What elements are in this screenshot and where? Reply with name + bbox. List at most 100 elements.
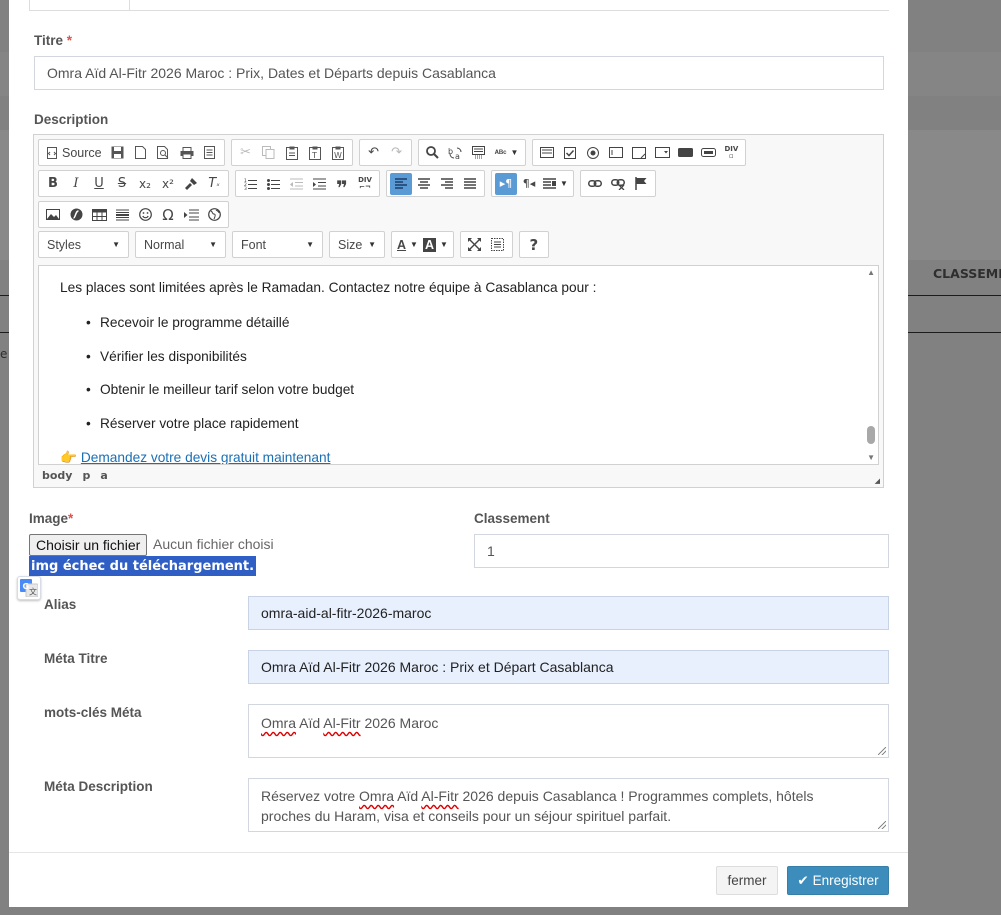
styles-combo[interactable]: Styles ▼ [38, 231, 129, 258]
link-icon[interactable] [584, 173, 606, 195]
source-button[interactable]: Source [42, 142, 106, 164]
meta-title-input[interactable]: Omra Aïd Al-Fitr 2026 Maroc : Prix et Dé… [248, 650, 889, 684]
toolbar-group-paragraph: 123 ❞ DIV ⌐¬ [235, 170, 380, 198]
google-translate-icon[interactable]: G文 [17, 576, 41, 600]
hidden-field-icon[interactable]: DIV ▫ [720, 142, 742, 164]
scrollbar-thumb[interactable] [867, 426, 875, 444]
quote-request-link[interactable]: Demandez votre devis gratuit maintenant [81, 450, 331, 464]
replace-icon[interactable]: ba [445, 142, 467, 164]
show-blocks-icon[interactable] [487, 234, 509, 256]
radio-icon[interactable] [582, 142, 604, 164]
resize-grip-icon[interactable]: ◢ [875, 477, 880, 485]
paste-text-icon[interactable]: T [304, 142, 326, 164]
underline-icon[interactable]: U [88, 173, 110, 195]
svg-text:a: a [455, 152, 460, 160]
textarea-icon[interactable] [628, 142, 650, 164]
indent-icon[interactable] [308, 173, 330, 195]
templates-icon[interactable] [199, 142, 221, 164]
font-combo[interactable]: Font ▼ [232, 231, 323, 258]
justify-icon[interactable] [459, 173, 481, 195]
keyword-word: Aïd [299, 715, 321, 731]
blockquote-icon[interactable]: ❞ [331, 173, 353, 198]
text-field-icon[interactable] [605, 142, 627, 164]
unlink-icon[interactable] [607, 173, 629, 195]
redo-icon[interactable]: ↷ [386, 142, 408, 164]
path-item[interactable]: p [82, 469, 90, 482]
textarea-resize-handle[interactable] [878, 747, 886, 755]
outdent-icon[interactable] [285, 173, 307, 195]
list-item: Recevoir le programme détaillé [86, 315, 289, 330]
cut-icon[interactable]: ✂ [235, 142, 257, 164]
strike-icon[interactable]: S [111, 173, 133, 195]
alias-input[interactable]: omra-aid-al-fitr-2026-maroc [248, 596, 889, 630]
text-color-icon[interactable]: A ▼ [395, 234, 420, 256]
flash-icon[interactable] [65, 204, 87, 226]
iframe-globe-icon[interactable] [203, 204, 225, 226]
subscript-icon[interactable]: x₂ [134, 173, 156, 195]
smiley-icon[interactable] [134, 204, 156, 226]
select-all-icon[interactable] [468, 142, 490, 164]
paste-word-icon[interactable]: W [327, 142, 349, 164]
title-input[interactable]: Omra Aïd Al-Fitr 2026 Maroc : Prix, Date… [34, 56, 884, 90]
select-field-icon[interactable] [651, 142, 673, 164]
editor-intro-paragraph: Les places sont limitées après le Ramada… [60, 280, 597, 295]
bold-icon[interactable]: B [42, 173, 64, 195]
copy-format-icon[interactable] [180, 173, 202, 195]
find-icon[interactable] [422, 142, 444, 164]
scroll-up-icon[interactable]: ▲ [867, 268, 875, 277]
save-button[interactable]: ✔ Enregistrer [787, 866, 889, 895]
page-break-icon[interactable] [180, 204, 202, 226]
textarea-resize-handle[interactable] [878, 821, 886, 829]
form-icon[interactable] [536, 142, 558, 164]
svg-text:3: 3 [244, 186, 247, 190]
bulleted-list-icon[interactable] [262, 173, 284, 195]
special-char-icon[interactable]: Ω [157, 204, 179, 226]
horizontal-rule-icon[interactable] [111, 204, 133, 226]
checkbox-icon[interactable] [559, 142, 581, 164]
copy-icon[interactable] [258, 142, 280, 164]
format-combo[interactable]: Normal ▼ [135, 231, 226, 258]
save-icon[interactable] [107, 142, 129, 164]
text-direction-ltr-icon[interactable]: ▸¶ [495, 172, 517, 195]
meta-description-textarea[interactable]: Réservez votre Omra Aïd Al-Fitr 2026 dep… [248, 778, 889, 832]
align-center-icon[interactable] [413, 173, 435, 195]
preview-icon[interactable] [153, 142, 175, 164]
undo-icon[interactable]: ↶ [363, 142, 385, 164]
paste-icon[interactable] [281, 142, 303, 164]
print-icon[interactable] [176, 142, 198, 164]
button-field-icon[interactable] [674, 142, 696, 164]
rank-input[interactable]: 1 [474, 534, 889, 568]
table-icon[interactable] [88, 204, 110, 226]
create-div-icon[interactable]: DIV ⌐¬ [354, 173, 376, 195]
remove-format-icon[interactable]: Tₓ [203, 173, 225, 195]
close-button[interactable]: fermer [716, 866, 778, 895]
superscript-icon[interactable]: x² [157, 173, 179, 195]
language-icon[interactable]: ▼ [541, 173, 570, 195]
italic-icon[interactable]: I [65, 173, 87, 195]
scroll-down-icon[interactable]: ▼ [867, 453, 875, 462]
help-icon[interactable]: ? [523, 234, 545, 256]
image-upload-error: img échec du téléchargement. [29, 556, 257, 576]
align-right-icon[interactable] [436, 173, 458, 195]
image-button-icon[interactable] [697, 142, 719, 164]
size-combo[interactable]: Size ▼ [329, 231, 385, 258]
new-page-icon[interactable] [130, 142, 152, 164]
maximize-icon[interactable] [464, 234, 486, 256]
bg-color-icon[interactable]: A ▼ [421, 234, 450, 256]
choose-file-button[interactable]: Choisir un fichier [29, 534, 148, 556]
path-item[interactable]: a [100, 469, 107, 482]
image-icon[interactable] [42, 204, 64, 226]
editor-content-area[interactable]: Les places sont limitées après le Ramada… [38, 265, 879, 465]
numbered-list-icon[interactable]: 123 [239, 173, 261, 195]
meta-description-label: Méta Description [44, 779, 153, 794]
path-item[interactable]: body [42, 469, 72, 482]
spellcheck-icon[interactable]: ᴬᴮᶜ ▼ [491, 142, 523, 164]
editor-scrollbar[interactable]: ▲ ▼ [864, 266, 878, 464]
chevron-down-icon: ▼ [112, 240, 120, 249]
meta-keywords-textarea[interactable]: Omra Aïd Al-Fitr 2026 Maroc [248, 704, 889, 758]
align-left-icon[interactable] [390, 172, 412, 195]
toolbar-group-basicstyles: B I U S x₂ x² Tₓ [38, 170, 229, 197]
chevron-down-icon: ▼ [306, 240, 314, 249]
text-direction-rtl-icon[interactable]: ¶◂ [518, 173, 540, 195]
anchor-flag-icon[interactable] [630, 173, 652, 195]
